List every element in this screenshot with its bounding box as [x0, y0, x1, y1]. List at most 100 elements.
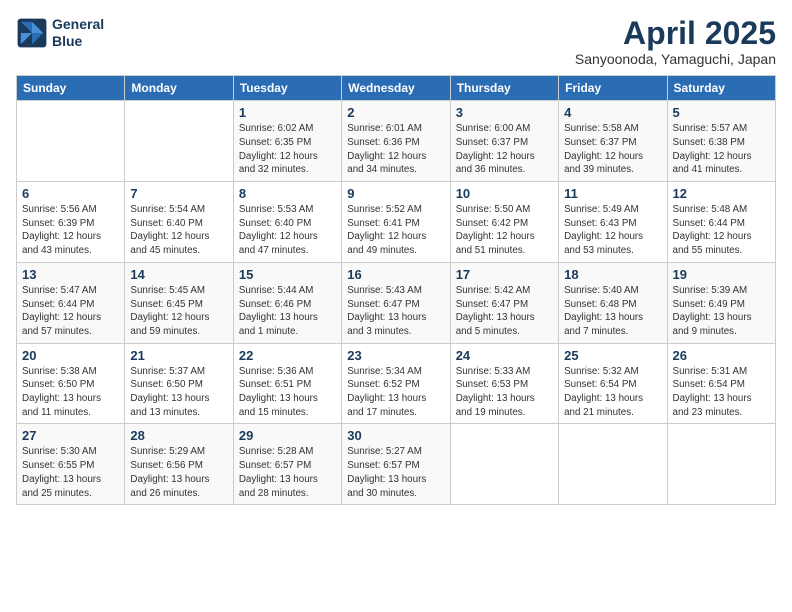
day-number: 19: [673, 267, 770, 282]
day-info: Sunrise: 5:39 AM Sunset: 6:49 PM Dayligh…: [673, 284, 770, 339]
day-info: Sunrise: 5:43 AM Sunset: 6:47 PM Dayligh…: [347, 284, 444, 339]
weekday-header: Thursday: [450, 76, 558, 101]
day-number: 11: [564, 186, 661, 201]
day-info: Sunrise: 5:30 AM Sunset: 6:55 PM Dayligh…: [22, 445, 119, 500]
day-number: 21: [130, 348, 227, 363]
calendar-day-cell: 17 Sunrise: 5:42 AM Sunset: 6:47 PM Dayli…: [450, 262, 558, 343]
day-info: Sunrise: 5:37 AM Sunset: 6:50 PM Dayligh…: [130, 365, 227, 420]
calendar-day-cell: 14 Sunrise: 5:45 AM Sunset: 6:45 PM Dayli…: [125, 262, 233, 343]
weekday-header: Sunday: [17, 76, 125, 101]
calendar-day-cell: 6 Sunrise: 5:56 AM Sunset: 6:39 PM Daylig…: [17, 182, 125, 263]
day-number: 17: [456, 267, 553, 282]
day-number: 23: [347, 348, 444, 363]
calendar-day-cell: 2Sunrise: 6:01 AM Sunset: 6:36 PM Daylig…: [342, 101, 450, 182]
calendar-day-cell: 12Sunrise: 5:48 AM Sunset: 6:44 PM Dayli…: [667, 182, 775, 263]
day-info: Sunrise: 5:57 AM Sunset: 6:38 PM Dayligh…: [673, 122, 770, 177]
calendar-week-row: 1 Sunrise: 6:02 AM Sunset: 6:35 PM Daylig…: [17, 101, 776, 182]
calendar-day-cell: 27Sunrise: 5:30 AM Sunset: 6:55 PM Dayli…: [17, 424, 125, 505]
day-info: Sunrise: 5:52 AM Sunset: 6:41 PM Dayligh…: [347, 203, 444, 258]
day-number: 25: [564, 348, 661, 363]
title-block: April 2025 Sanyoonoda, Yamaguchi, Japan: [575, 16, 776, 67]
calendar-day-cell: [559, 424, 667, 505]
logo-icon: [16, 17, 48, 49]
calendar-day-cell: 30 Sunrise: 5:27 AM Sunset: 6:57 PM Dayli…: [342, 424, 450, 505]
day-info: Sunrise: 5:49 AM Sunset: 6:43 PM Dayligh…: [564, 203, 661, 258]
calendar-day-cell: [17, 101, 125, 182]
day-info: Sunrise: 5:44 AM Sunset: 6:46 PM Dayligh…: [239, 284, 336, 339]
calendar-day-cell: 28 Sunrise: 5:29 AM Sunset: 6:56 PM Dayli…: [125, 424, 233, 505]
day-number: 26: [673, 348, 770, 363]
day-number: 6: [22, 186, 119, 201]
calendar-day-cell: 25Sunrise: 5:32 AM Sunset: 6:54 PM Dayli…: [559, 343, 667, 424]
day-info: Sunrise: 5:38 AM Sunset: 6:50 PM Dayligh…: [22, 365, 119, 420]
calendar-day-cell: 15 Sunrise: 5:44 AM Sunset: 6:46 PM Dayli…: [233, 262, 341, 343]
day-info: Sunrise: 5:31 AM Sunset: 6:54 PM Dayligh…: [673, 365, 770, 420]
calendar-week-row: 20 Sunrise: 5:38 AM Sunset: 6:50 PM Dayli…: [17, 343, 776, 424]
weekday-header: Wednesday: [342, 76, 450, 101]
day-number: 16: [347, 267, 444, 282]
weekday-header-row: SundayMondayTuesdayWednesdayThursdayFrid…: [17, 76, 776, 101]
day-number: 29: [239, 428, 336, 443]
weekday-header: Friday: [559, 76, 667, 101]
weekday-header: Monday: [125, 76, 233, 101]
day-info: Sunrise: 5:42 AM Sunset: 6:47 PM Dayligh…: [456, 284, 553, 339]
calendar-day-cell: 19 Sunrise: 5:39 AM Sunset: 6:49 PM Dayli…: [667, 262, 775, 343]
day-info: Sunrise: 5:40 AM Sunset: 6:48 PM Dayligh…: [564, 284, 661, 339]
day-info: Sunrise: 5:33 AM Sunset: 6:53 PM Dayligh…: [456, 365, 553, 420]
calendar-day-cell: [450, 424, 558, 505]
calendar-week-row: 27Sunrise: 5:30 AM Sunset: 6:55 PM Dayli…: [17, 424, 776, 505]
day-number: 28: [130, 428, 227, 443]
day-number: 7: [130, 186, 227, 201]
day-info: Sunrise: 6:01 AM Sunset: 6:36 PM Dayligh…: [347, 122, 444, 177]
logo: General Blue: [16, 16, 104, 50]
day-number: 13: [22, 267, 119, 282]
day-number: 20: [22, 348, 119, 363]
calendar-day-cell: 7 Sunrise: 5:54 AM Sunset: 6:40 PM Daylig…: [125, 182, 233, 263]
day-info: Sunrise: 5:56 AM Sunset: 6:39 PM Dayligh…: [22, 203, 119, 258]
day-info: Sunrise: 5:58 AM Sunset: 6:37 PM Dayligh…: [564, 122, 661, 177]
calendar-day-cell: 1 Sunrise: 6:02 AM Sunset: 6:35 PM Daylig…: [233, 101, 341, 182]
calendar-day-cell: 8 Sunrise: 5:53 AM Sunset: 6:40 PM Daylig…: [233, 182, 341, 263]
location: Sanyoonoda, Yamaguchi, Japan: [575, 51, 776, 67]
day-info: Sunrise: 5:29 AM Sunset: 6:56 PM Dayligh…: [130, 445, 227, 500]
weekday-header: Saturday: [667, 76, 775, 101]
day-info: Sunrise: 6:02 AM Sunset: 6:35 PM Dayligh…: [239, 122, 336, 177]
calendar-day-cell: 13 Sunrise: 5:47 AM Sunset: 6:44 PM Dayli…: [17, 262, 125, 343]
day-info: Sunrise: 5:45 AM Sunset: 6:45 PM Dayligh…: [130, 284, 227, 339]
day-info: Sunrise: 5:53 AM Sunset: 6:40 PM Dayligh…: [239, 203, 336, 258]
day-number: 8: [239, 186, 336, 201]
calendar-day-cell: 9 Sunrise: 5:52 AM Sunset: 6:41 PM Daylig…: [342, 182, 450, 263]
calendar-day-cell: 3Sunrise: 6:00 AM Sunset: 6:37 PM Daylig…: [450, 101, 558, 182]
calendar-week-row: 13 Sunrise: 5:47 AM Sunset: 6:44 PM Dayli…: [17, 262, 776, 343]
day-info: Sunrise: 5:47 AM Sunset: 6:44 PM Dayligh…: [22, 284, 119, 339]
day-number: 15: [239, 267, 336, 282]
day-number: 22: [239, 348, 336, 363]
day-info: Sunrise: 5:27 AM Sunset: 6:57 PM Dayligh…: [347, 445, 444, 500]
calendar-day-cell: 10Sunrise: 5:50 AM Sunset: 6:42 PM Dayli…: [450, 182, 558, 263]
calendar-table: SundayMondayTuesdayWednesdayThursdayFrid…: [16, 75, 776, 505]
day-info: Sunrise: 5:54 AM Sunset: 6:40 PM Dayligh…: [130, 203, 227, 258]
day-number: 10: [456, 186, 553, 201]
day-number: 4: [564, 105, 661, 120]
calendar-day-cell: 23 Sunrise: 5:34 AM Sunset: 6:52 PM Dayli…: [342, 343, 450, 424]
day-number: 30: [347, 428, 444, 443]
day-number: 1: [239, 105, 336, 120]
day-number: 14: [130, 267, 227, 282]
day-info: Sunrise: 5:28 AM Sunset: 6:57 PM Dayligh…: [239, 445, 336, 500]
day-number: 5: [673, 105, 770, 120]
calendar-header: SundayMondayTuesdayWednesdayThursdayFrid…: [17, 76, 776, 101]
weekday-header: Tuesday: [233, 76, 341, 101]
calendar-day-cell: 16 Sunrise: 5:43 AM Sunset: 6:47 PM Dayli…: [342, 262, 450, 343]
calendar-day-cell: 20 Sunrise: 5:38 AM Sunset: 6:50 PM Dayli…: [17, 343, 125, 424]
day-number: 12: [673, 186, 770, 201]
day-info: Sunrise: 6:00 AM Sunset: 6:37 PM Dayligh…: [456, 122, 553, 177]
calendar-day-cell: 26 Sunrise: 5:31 AM Sunset: 6:54 PM Dayli…: [667, 343, 775, 424]
calendar-day-cell: 22Sunrise: 5:36 AM Sunset: 6:51 PM Dayli…: [233, 343, 341, 424]
day-number: 24: [456, 348, 553, 363]
day-info: Sunrise: 5:34 AM Sunset: 6:52 PM Dayligh…: [347, 365, 444, 420]
day-number: 18: [564, 267, 661, 282]
calendar-day-cell: 5 Sunrise: 5:57 AM Sunset: 6:38 PM Daylig…: [667, 101, 775, 182]
day-number: 9: [347, 186, 444, 201]
logo-text: General Blue: [52, 16, 104, 50]
calendar-day-cell: [667, 424, 775, 505]
